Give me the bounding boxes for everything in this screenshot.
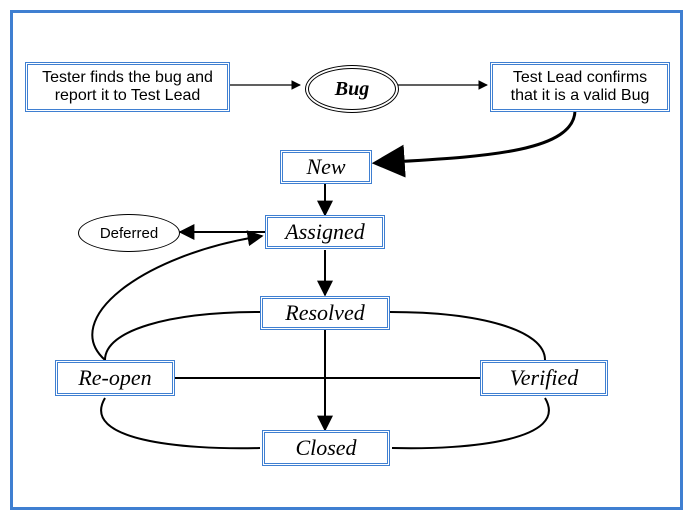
state-closed: Closed bbox=[262, 430, 390, 466]
state-verified: Verified bbox=[480, 360, 608, 396]
state-deferred: Deferred bbox=[78, 214, 180, 252]
tester-box: Tester finds the bug and report it to Te… bbox=[25, 62, 230, 112]
state-new: New bbox=[280, 150, 372, 184]
diagram-canvas: Tester finds the bug and report it to Te… bbox=[0, 0, 693, 520]
bug-node: Bug bbox=[305, 65, 399, 113]
lead-box: Test Lead confirms that it is a valid Bu… bbox=[490, 62, 670, 112]
state-resolved: Resolved bbox=[260, 296, 390, 330]
state-assigned: Assigned bbox=[265, 215, 385, 249]
state-reopen: Re-open bbox=[55, 360, 175, 396]
